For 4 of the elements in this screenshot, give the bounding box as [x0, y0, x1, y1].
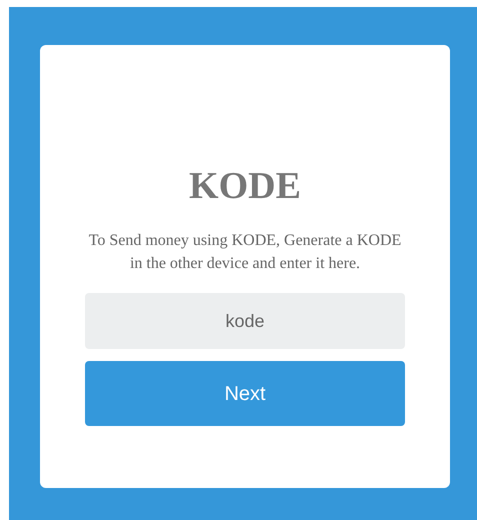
title: KODE [189, 164, 301, 209]
next-button[interactable]: Next [85, 361, 405, 426]
instructions: To Send money using KODE, Generate a KODE in the other device and enter it here. [88, 231, 402, 274]
kode-field[interactable]: kode [85, 293, 405, 349]
